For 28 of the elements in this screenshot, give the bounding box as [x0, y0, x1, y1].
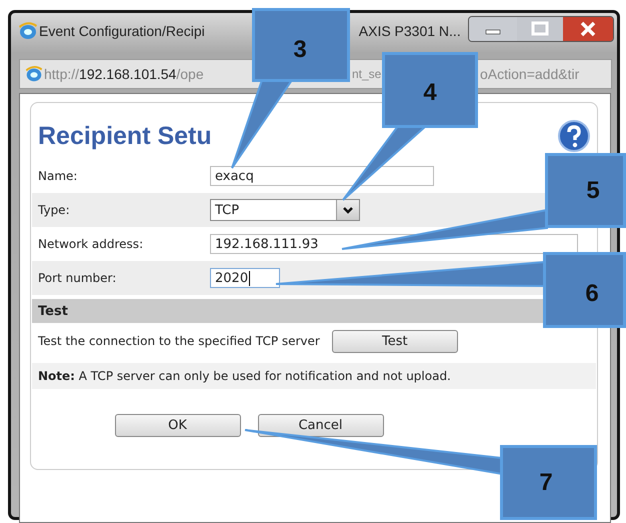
- caret-icon[interactable]: [336, 200, 359, 220]
- help-icon[interactable]: [558, 120, 590, 152]
- window-title: AXIS P3301 N...: [358, 23, 461, 39]
- browser-icon: [17, 20, 39, 42]
- field-label: Network address:: [38, 237, 144, 251]
- field-label: Name:: [38, 169, 78, 183]
- test-button[interactable]: Test: [332, 330, 458, 352]
- callout: 3: [231, 8, 350, 169]
- input-field[interactable]: exacq: [210, 166, 434, 186]
- note-text: Note: A TCP server can only be used for notification and not upload.: [32, 363, 596, 389]
- type-dropdown[interactable]: TCP: [210, 199, 360, 221]
- dialog-heading: Recipient Setu: [38, 122, 212, 150]
- field-label: Type:: [38, 203, 71, 217]
- callout: 5: [341, 153, 626, 250]
- ok-button[interactable]: OK: [114, 414, 240, 437]
- close-button[interactable]: [563, 17, 613, 41]
- callout: 6: [275, 252, 626, 328]
- test-description: Test the connection to the specified TCP server: [38, 334, 320, 348]
- address-text: oAction=add&tir: [480, 66, 580, 82]
- window-title: Event Configuration/Recipi: [39, 23, 205, 39]
- field-label: Port number:: [38, 271, 118, 285]
- callout: 7: [244, 429, 597, 520]
- address-text: nt_se: [352, 67, 382, 81]
- browser-icon: [24, 64, 44, 84]
- input-field[interactable]: 2020: [210, 268, 280, 288]
- minimize-button[interactable]: [469, 17, 517, 41]
- address-text: http://192.168.101.54/ope: [44, 66, 205, 82]
- cancel-button[interactable]: Cancel: [258, 414, 384, 437]
